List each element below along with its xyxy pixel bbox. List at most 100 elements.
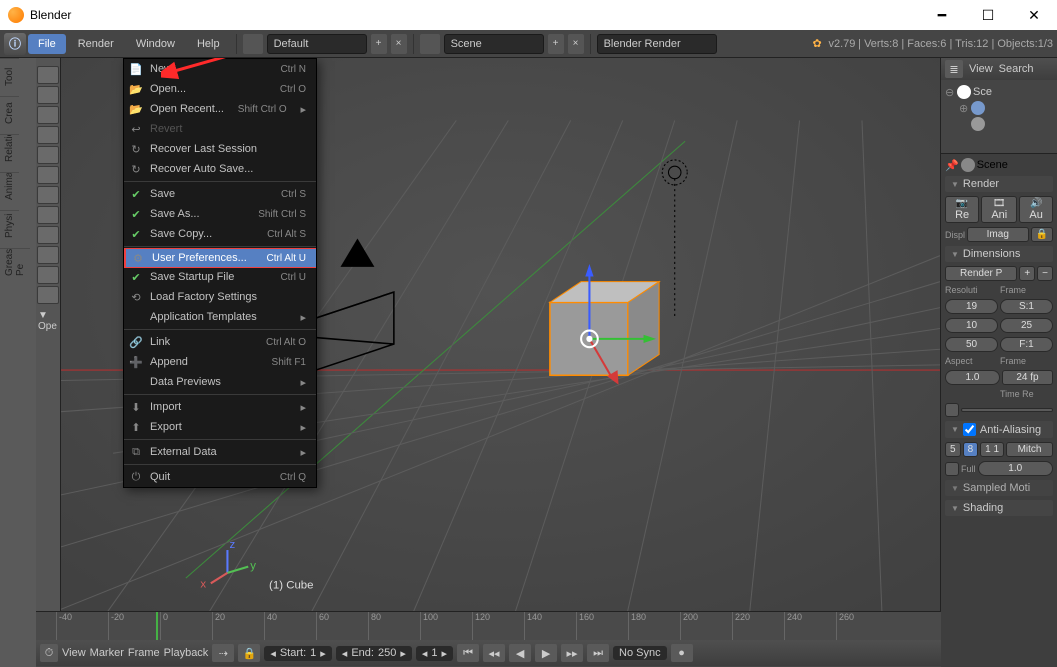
menu-save-startup[interactable]: ✔Save Startup FileCtrl U	[124, 267, 316, 287]
aspect-x-field[interactable]: 1.0	[945, 370, 1000, 385]
end-frame-field[interactable]: ◂End: 250▸	[336, 646, 412, 661]
tool-button[interactable]	[37, 126, 59, 144]
add-layout-button[interactable]: +	[371, 34, 387, 54]
timeline-ruler[interactable]: -40-200204060801001201401601802002202402…	[36, 612, 941, 640]
render-audio-button[interactable]: 🔊Au	[1019, 196, 1053, 223]
timeline-playback-menu[interactable]: Playback	[164, 647, 209, 659]
menu-load-factory[interactable]: ⟲Load Factory Settings	[124, 287, 316, 307]
outliner-editor-icon[interactable]: ≣	[945, 60, 963, 78]
resolution-x-field[interactable]: 19	[945, 299, 998, 314]
lock-icon[interactable]: 🔒	[1031, 227, 1053, 242]
play-reverse-button[interactable]: ◀	[509, 644, 531, 662]
scene-dropdown[interactable]: Scene	[444, 34, 544, 54]
time-remap-field[interactable]	[961, 408, 1053, 412]
menu-user-preferences[interactable]: ⚙User Preferences...Ctrl Alt U	[124, 248, 316, 268]
range-icon[interactable]: ⇢	[212, 644, 234, 662]
render-anim-button[interactable]: 🎞Ani	[981, 196, 1017, 223]
render-engine-dropdown[interactable]: Blender Render	[597, 34, 717, 54]
delete-layout-button[interactable]: ×	[391, 34, 407, 54]
close-button[interactable]: ✕	[1011, 0, 1057, 30]
panel-shading[interactable]: Shading	[945, 500, 1053, 516]
aa-5-button[interactable]: 5	[945, 442, 961, 457]
resolution-y-field[interactable]: 10	[945, 318, 998, 333]
menu-recover-auto[interactable]: ↻Recover Auto Save...	[124, 159, 316, 179]
lock-range-icon[interactable]: 🔒	[238, 644, 260, 662]
add-scene-button[interactable]: +	[548, 34, 564, 54]
aa-11-button[interactable]: 1 1	[980, 442, 1004, 457]
menu-data-previews[interactable]: Data Previews▸	[124, 372, 316, 392]
outliner-view-menu[interactable]: View	[969, 63, 993, 75]
menu-save[interactable]: ✔SaveCtrl S	[124, 184, 316, 204]
tool-button[interactable]	[37, 246, 59, 264]
border-checkbox[interactable]	[945, 403, 959, 417]
tab-grease-pencil[interactable]: Grease Pe	[0, 248, 30, 286]
tool-button[interactable]	[37, 226, 59, 244]
tool-button[interactable]	[37, 86, 59, 104]
outliner-item-scene[interactable]: ⊖Sce	[945, 84, 1053, 100]
menu-render[interactable]: Render	[68, 34, 124, 54]
tool-button[interactable]	[37, 146, 59, 164]
menu-app-templates[interactable]: Application Templates▸	[124, 307, 316, 327]
tab-create[interactable]: Crea	[0, 96, 19, 134]
tab-animation[interactable]: Animati	[0, 172, 19, 210]
tool-button[interactable]	[37, 266, 59, 284]
tool-button[interactable]	[37, 286, 59, 304]
menu-window[interactable]: Window	[126, 34, 185, 54]
timeline-editor-icon[interactable]: ⏱	[40, 644, 58, 662]
outliner-item[interactable]	[945, 116, 1053, 132]
menu-import[interactable]: ⬇Import▸	[124, 397, 316, 417]
menu-file[interactable]: File	[28, 34, 66, 54]
fps-dropdown[interactable]: 24 fp	[1002, 370, 1053, 385]
current-frame-field[interactable]: ◂1▸	[416, 646, 453, 661]
tab-tools[interactable]: Tool	[0, 58, 19, 96]
panel-render[interactable]: Render	[945, 176, 1053, 192]
maximize-button[interactable]: ☐	[965, 0, 1011, 30]
keyframe-next-button[interactable]: ▸▸	[561, 644, 583, 662]
autokey-button[interactable]: ●	[671, 644, 693, 662]
aa-8-button[interactable]: 8	[963, 442, 979, 457]
frame-end-field[interactable]: 25	[1000, 318, 1053, 333]
frame-step-field[interactable]: F:1	[1000, 337, 1053, 352]
aa-checkbox[interactable]	[963, 423, 976, 436]
tool-button[interactable]	[37, 106, 59, 124]
timeline-playhead[interactable]	[156, 612, 158, 640]
tool-button[interactable]	[37, 206, 59, 224]
play-button[interactable]: ▶	[535, 644, 557, 662]
frame-start-field[interactable]: S:1	[1000, 299, 1053, 314]
menu-open[interactable]: 📂Open...Ctrl O	[124, 79, 316, 99]
menu-export[interactable]: ⬆Export▸	[124, 417, 316, 437]
keyframe-prev-button[interactable]: ◂◂	[483, 644, 505, 662]
start-frame-field[interactable]: ◂Start: 1▸	[264, 646, 331, 661]
panel-antialiasing[interactable]: Anti-Aliasing	[945, 421, 1053, 438]
minimize-button[interactable]: ━	[919, 0, 965, 30]
menu-recover-last[interactable]: ↻Recover Last Session	[124, 139, 316, 159]
remove-preset-button[interactable]: −	[1037, 266, 1053, 281]
tool-button[interactable]	[37, 186, 59, 204]
aa-size-field[interactable]: 1.0	[978, 461, 1053, 476]
menu-link[interactable]: 🔗LinkCtrl Alt O	[124, 332, 316, 352]
menu-external-data[interactable]: ⧉External Data▸	[124, 442, 316, 462]
render-button[interactable]: 📷Re	[945, 196, 979, 223]
jump-start-button[interactable]: ⏮	[457, 644, 479, 662]
menu-save-as[interactable]: ✔Save As...Shift Ctrl S	[124, 204, 316, 224]
outliner-search-menu[interactable]: Search	[999, 63, 1034, 75]
operator-panel-header[interactable]: ▼ Ope	[36, 306, 60, 336]
3d-viewport[interactable]: z y x (1) Cube ◧ View Select Add Object …	[60, 58, 941, 667]
menu-save-copy[interactable]: ✔Save Copy...Ctrl Alt S	[124, 224, 316, 244]
timeline-frame-menu[interactable]: Frame	[128, 647, 160, 659]
screen-layout-icon[interactable]	[243, 34, 263, 54]
add-preset-button[interactable]: +	[1019, 266, 1035, 281]
aa-filter-dropdown[interactable]: Mitch	[1006, 442, 1053, 457]
scene-icon[interactable]	[420, 34, 440, 54]
timeline-marker-menu[interactable]: Marker	[90, 647, 124, 659]
screen-layout-dropdown[interactable]: Default	[267, 34, 367, 54]
render-preset-dropdown[interactable]: Render P	[945, 266, 1017, 281]
timeline-view-menu[interactable]: View	[62, 647, 86, 659]
pin-icon[interactable]: 📌	[945, 159, 959, 172]
panel-dimensions[interactable]: Dimensions	[945, 246, 1053, 262]
menu-quit[interactable]: ⏻QuitCtrl Q	[124, 467, 316, 487]
menu-help[interactable]: Help	[187, 34, 230, 54]
tab-relations[interactable]: Relatio	[0, 134, 19, 172]
tool-button[interactable]	[37, 66, 59, 84]
full-sample-checkbox[interactable]	[945, 462, 959, 476]
